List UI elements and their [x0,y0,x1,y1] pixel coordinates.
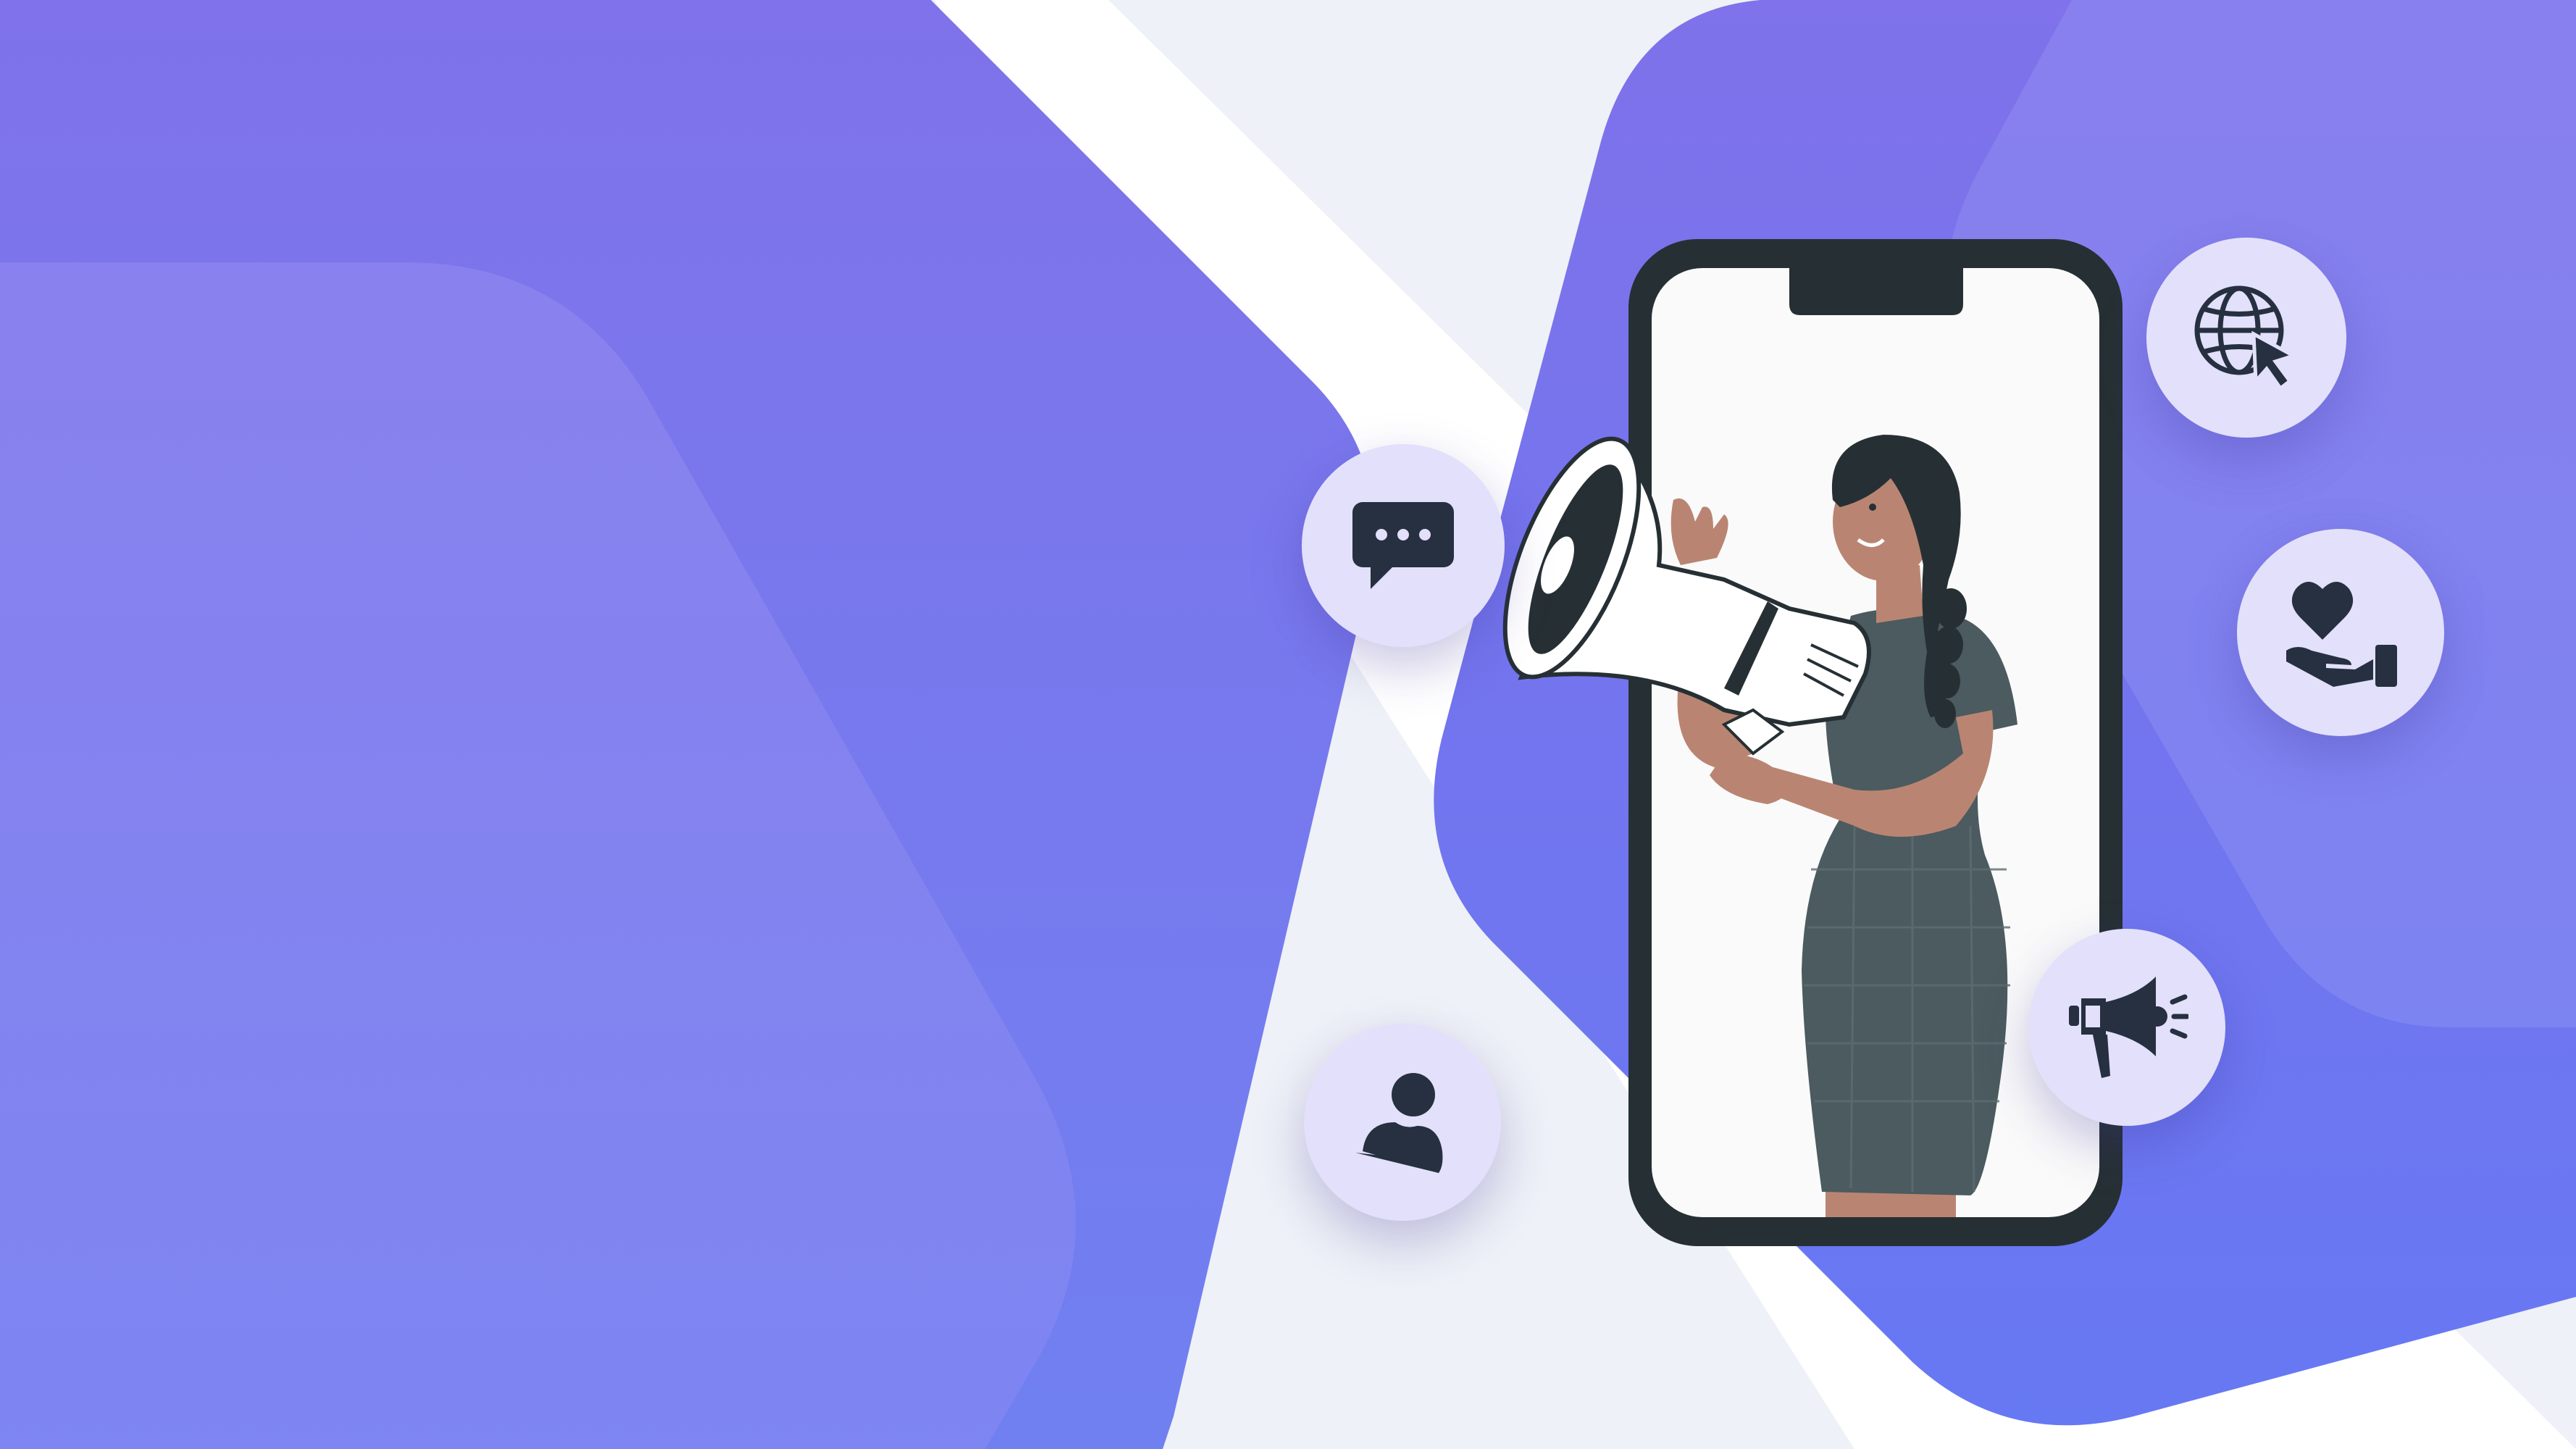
megaphone-button[interactable] [2028,929,2225,1126]
globe-cursor-button[interactable] [2146,238,2346,438]
marketing-banner [0,0,2576,1449]
chat-bubble-icon [1352,502,1454,589]
heart-hand-icon [2286,582,2397,687]
user-profile-icon [1355,1073,1443,1173]
chat-bubble-button[interactable] [1302,444,1505,647]
megaphone-icon [2069,977,2188,1078]
user-profile-button[interactable] [1304,1024,1501,1221]
globe-cursor-icon [2194,285,2299,391]
background-shapes [0,0,2576,1449]
heart-hand-button[interactable] [2237,529,2444,736]
